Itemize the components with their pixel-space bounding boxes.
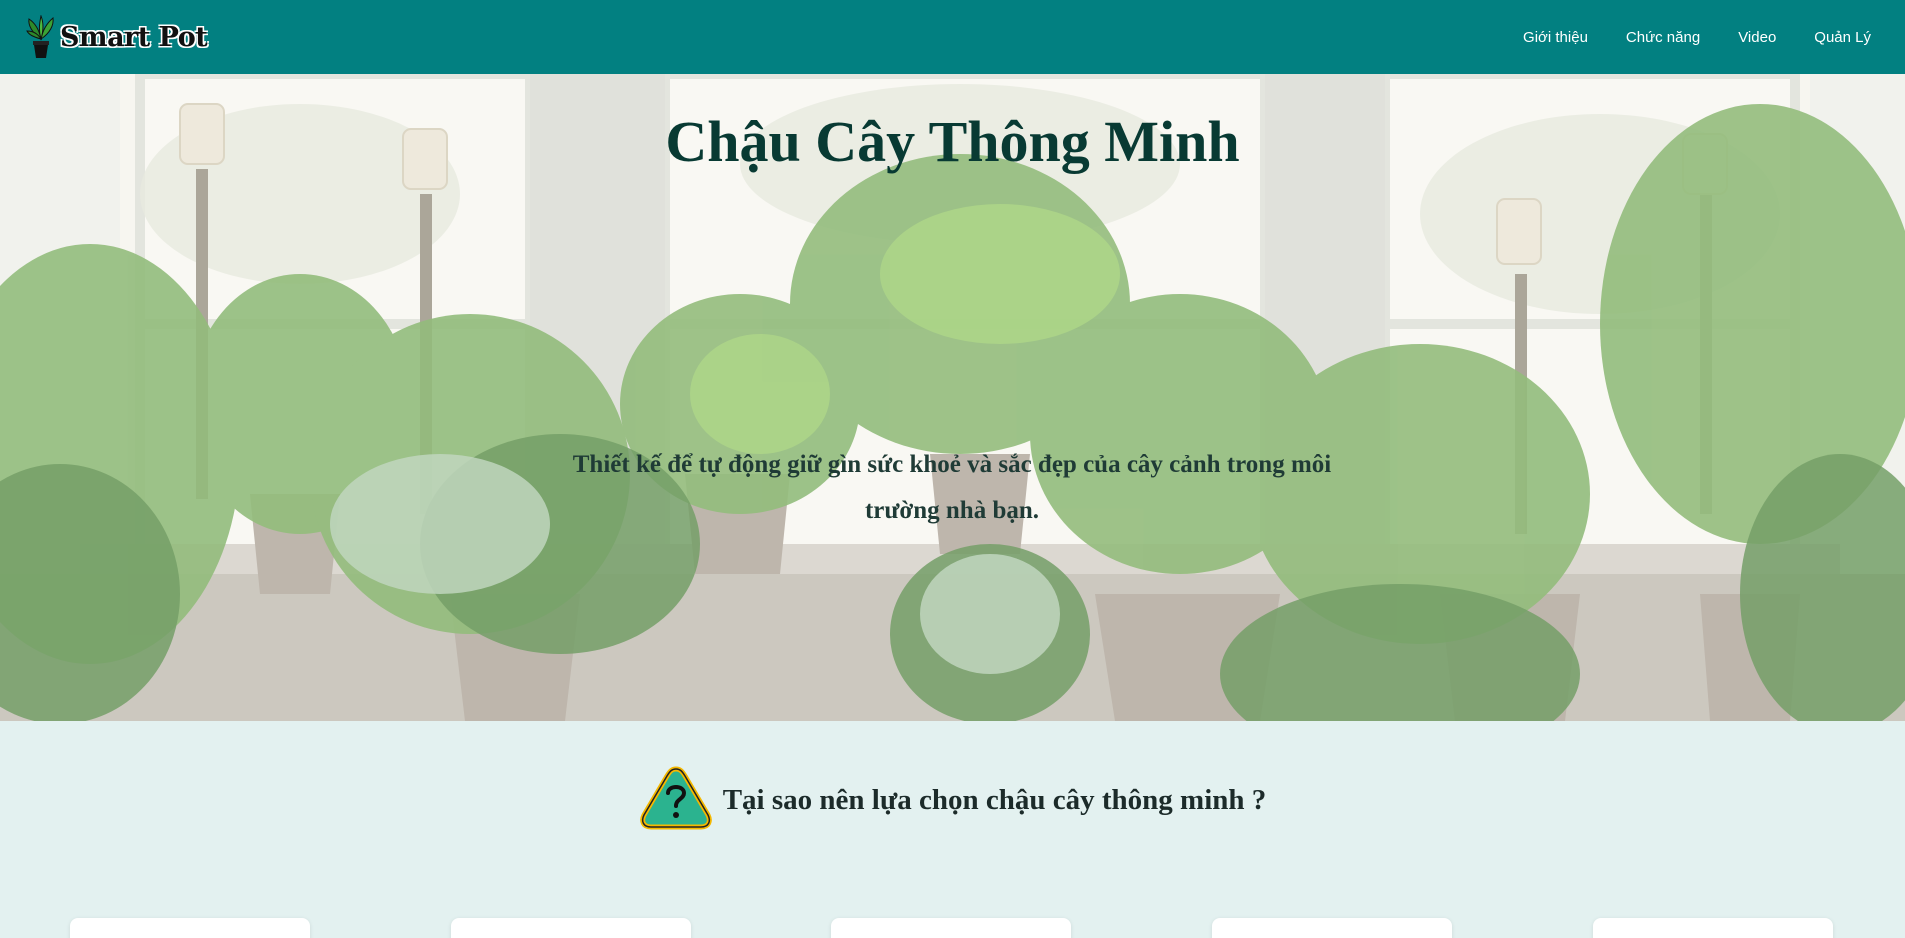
feature-card[interactable] bbox=[1212, 918, 1452, 938]
top-navbar: Smart Pot Giới thiệu Chức năng Video Quả… bbox=[0, 0, 1905, 74]
nav-item-chuc-nang[interactable]: Chức năng bbox=[1626, 29, 1700, 46]
feature-card[interactable] bbox=[831, 918, 1071, 938]
why-section: Tại sao nên lựa chọn chậu cây thông minh… bbox=[0, 721, 1905, 938]
nav-item-gioi-thieu[interactable]: Giới thiệu bbox=[1523, 29, 1588, 46]
nav-item-video[interactable]: Video bbox=[1738, 29, 1776, 46]
feature-cards bbox=[0, 918, 1905, 938]
feature-card[interactable] bbox=[451, 918, 691, 938]
why-heading: Tại sao nên lựa chọn chậu cây thông minh… bbox=[0, 765, 1905, 836]
brand-logo[interactable]: Smart Pot bbox=[26, 14, 208, 59]
hero-subtitle: Thiết kế để tự động giữ gìn sức khoẻ và … bbox=[572, 451, 1332, 524]
question-warning-icon bbox=[639, 765, 713, 836]
nav-menu: Giới thiệu Chức năng Video Quản Lý bbox=[1523, 29, 1871, 46]
potted-plant-icon bbox=[26, 14, 56, 59]
hero-title: Chậu Cây Thông Minh bbox=[665, 109, 1240, 174]
feature-card[interactable] bbox=[70, 918, 310, 938]
feature-card[interactable] bbox=[1593, 918, 1833, 938]
nav-item-quan-ly[interactable]: Quản Lý bbox=[1814, 29, 1871, 46]
hero-section: Chậu Cây Thông Minh Thiết kế để tự động … bbox=[0, 74, 1905, 721]
why-title: Tại sao nên lựa chọn chậu cây thông minh… bbox=[722, 784, 1267, 816]
brand-name: Smart Pot bbox=[60, 21, 208, 53]
